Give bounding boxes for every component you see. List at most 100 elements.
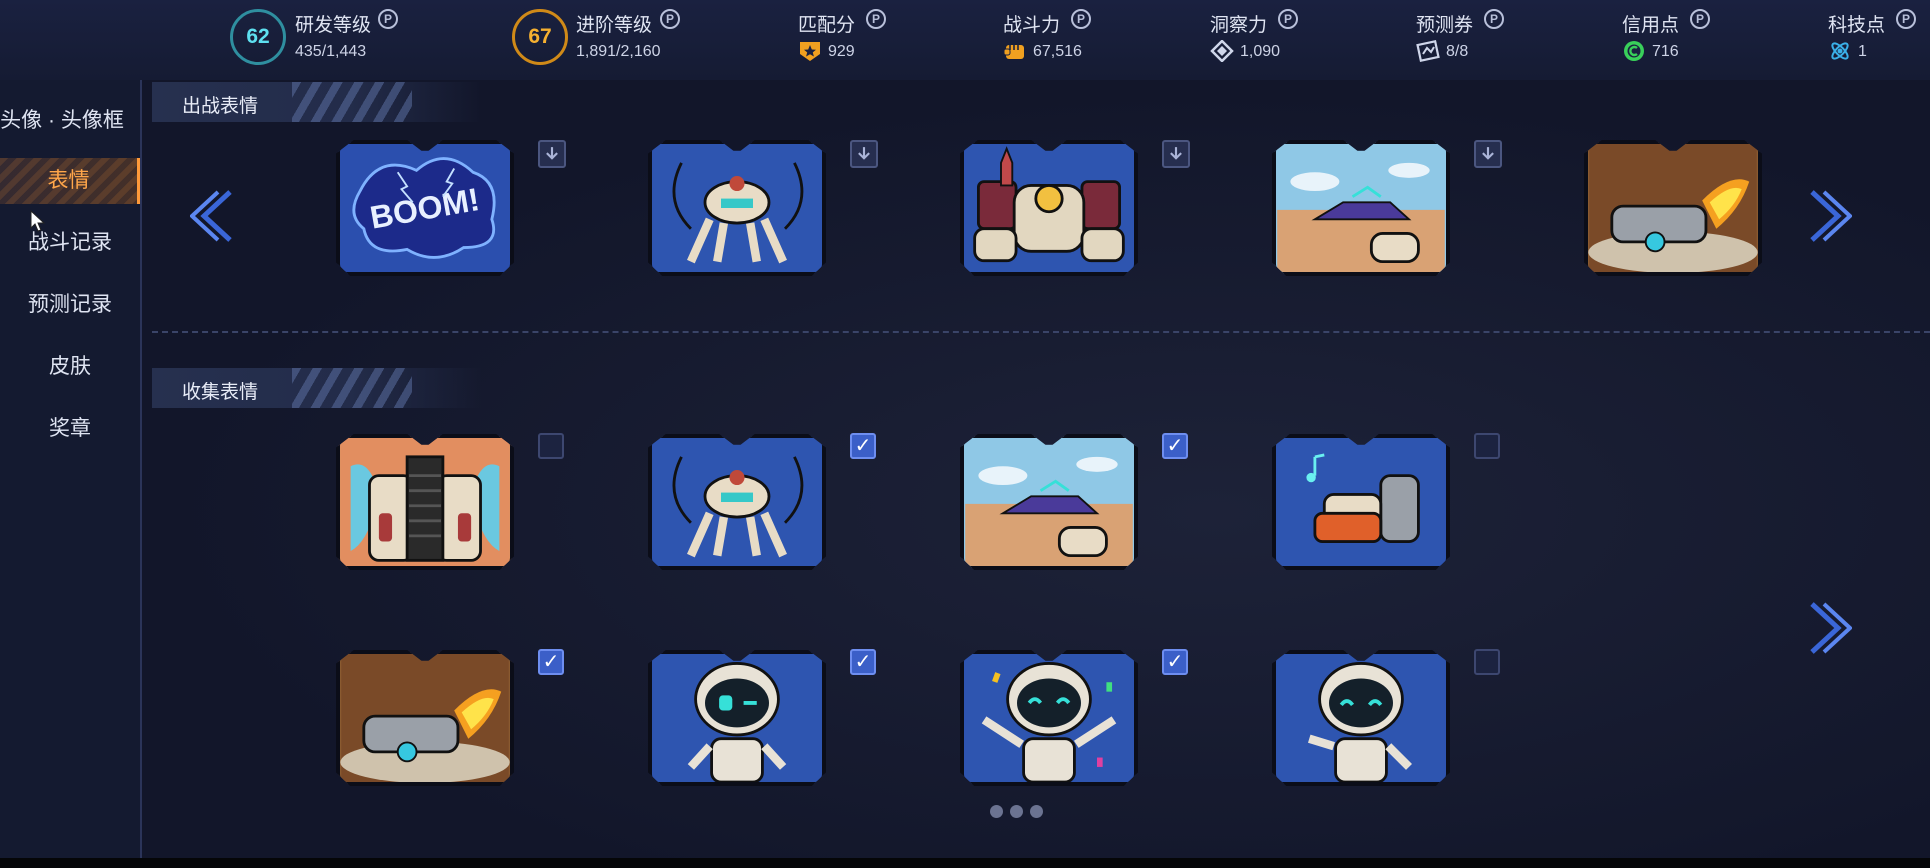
equipped-emote-flame-cannon[interactable] [1584,140,1762,276]
stat-name: 科技点 [1828,15,1886,36]
stat-value: 1 [1858,43,1867,60]
robot-wave-art-icon [1277,654,1445,782]
section-divider [152,331,1930,333]
boom-art-icon: BOOM! [341,144,509,272]
desert-tank-art-icon [1277,144,1445,272]
mouse-cursor-icon [30,210,46,232]
sidebar-item-skins[interactable]: 皮肤 [0,344,140,390]
stat-name: 研发等级 [295,15,372,36]
emote-checkbox[interactable]: ✓ [1162,433,1188,459]
collection-emote-robot-wave[interactable] [1272,650,1450,786]
robot-party-art-icon [965,654,1133,782]
stat-value: 67,516 [1033,43,1082,60]
emote-checkbox[interactable]: ✓ [850,649,876,675]
collection-emote-music-mech[interactable] [1272,434,1450,570]
sidebar-item-medals[interactable]: 奖章 [0,406,140,452]
advance-level-value: 67 [528,25,552,48]
stat-prediction-ticket[interactable]: 预测券 P 8/8 [1416,0,1536,80]
emote-checkbox[interactable] [538,433,564,459]
top-stats-bar: 62 研发等级 P 435/1,443 67 进阶等级 P 1,891/2,16… [0,0,1930,81]
stat-name: 进阶等级 [576,15,653,36]
fist-icon [1003,45,1024,59]
insight-icon [1210,40,1234,62]
star-shield-icon [800,42,820,61]
collection-emote-desert-tank[interactable] [960,434,1138,570]
flame-cannon-art-icon [1588,144,1758,272]
robot-wink-art-icon [653,654,821,782]
stat-name: 洞察力 [1210,15,1268,36]
header-stripes [292,368,412,408]
flame-cannon-art-icon [340,654,510,782]
next-arrow-icon[interactable] [1806,186,1852,246]
stat-tech-points[interactable]: 科技点 P 1 [1828,0,1928,80]
research-level-ring: 62 [230,9,286,65]
emote-panel: 出战表情 BOOM! 收集表情 ✓ ✓ ✓ ✓ ✓ [142,80,1930,868]
equipped-emote-desert-tank[interactable] [1272,140,1450,276]
help-icon[interactable]: P [1484,9,1504,29]
download-icon[interactable] [1162,140,1190,168]
stat-research-level[interactable]: 62 研发等级 P 435/1,443 [230,0,430,80]
stat-combat-power[interactable]: 战斗力 P 67,516 [1003,0,1123,80]
emote-checkbox[interactable]: ✓ [850,433,876,459]
header-stripes [292,82,412,122]
profile-sidebar: 头像 · 头像框 表情 战斗记录 预测记录 皮肤 奖章 [0,80,142,868]
collection-emote-flame-cannon[interactable] [336,650,514,786]
help-icon[interactable]: P [866,9,886,29]
stat-value: 1,891/2,160 [576,43,661,60]
help-icon[interactable]: P [1690,9,1710,29]
emote-checkbox[interactable] [1474,649,1500,675]
research-level-value: 62 [246,25,270,48]
stat-name: 战斗力 [1003,15,1061,36]
stat-name: 信用点 [1622,15,1680,36]
stat-insight[interactable]: 洞察力 P 1,090 [1210,0,1330,80]
claw-robot-art-icon [653,144,821,272]
section-header-collection: 收集表情 [152,368,482,408]
stat-credit[interactable]: 信用点 P 716 [1622,0,1742,80]
page-dot[interactable] [990,805,1003,818]
section-title-collection: 收集表情 [182,382,259,403]
collection-emote-robot-party[interactable] [960,650,1138,786]
collection-next-arrow-icon[interactable] [1806,598,1852,658]
help-icon[interactable]: P [1278,9,1298,29]
equipped-emote-heavy-mech[interactable] [960,140,1138,276]
stat-name: 匹配分 [798,15,856,36]
section-header-equipped: 出战表情 [152,82,482,122]
heavy-mech-art-icon [965,144,1133,272]
stat-advance-level[interactable]: 67 进阶等级 P 1,891/2,160 [512,0,712,80]
page-dot[interactable] [1010,805,1023,818]
stat-name: 预测券 [1416,15,1474,36]
equipped-emote-boom[interactable]: BOOM! [336,140,514,276]
page-dot[interactable] [1030,805,1043,818]
bottom-edge [0,858,1930,868]
advance-level-ring: 67 [512,9,568,65]
twin-missile-art-icon [341,438,509,566]
download-icon[interactable] [538,140,566,168]
section-title-equipped: 出战表情 [182,96,259,117]
help-icon[interactable]: P [1896,9,1916,29]
desert-tank-art-icon [965,438,1133,566]
sidebar-item-battle-record[interactable]: 战斗记录 [0,220,140,266]
download-icon[interactable] [1474,140,1502,168]
help-icon[interactable]: P [1071,9,1091,29]
collection-emote-claw-robot[interactable] [648,434,826,570]
sidebar-item-emotes[interactable]: 表情 [0,158,140,204]
emote-checkbox[interactable]: ✓ [1162,649,1188,675]
emote-checkbox[interactable] [1474,433,1500,459]
prev-arrow-icon[interactable] [190,186,236,246]
claw-robot-art-icon [653,438,821,566]
sidebar-item-avatar-frame[interactable]: 头像 · 头像框 [0,98,132,144]
stat-value: 929 [828,43,855,60]
stat-match-score[interactable]: 匹配分 P 929 [798,0,918,80]
ticket-icon [1416,40,1440,62]
emote-checkbox[interactable]: ✓ [538,649,564,675]
download-icon[interactable] [850,140,878,168]
stat-value: 1,090 [1240,43,1281,60]
sidebar-item-prediction-record[interactable]: 预测记录 [0,282,140,328]
stat-value: 435/1,443 [295,43,367,60]
collection-emote-twin-missile[interactable] [336,434,514,570]
help-icon[interactable]: P [660,9,680,29]
equipped-emote-claw-robot[interactable] [648,140,826,276]
collection-emote-robot-wink[interactable] [648,650,826,786]
help-icon[interactable]: P [378,9,398,29]
stat-value: 716 [1652,43,1679,60]
